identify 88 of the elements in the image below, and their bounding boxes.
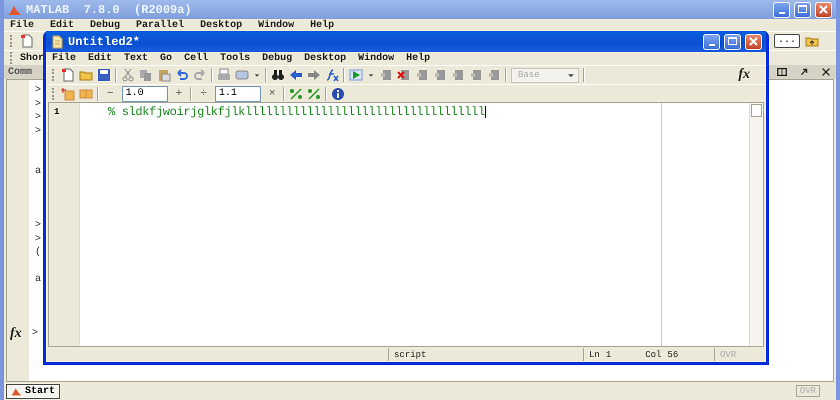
subtract-button[interactable]: − (103, 88, 118, 100)
close-icon[interactable] (820, 66, 832, 78)
menu-item[interactable]: Text (124, 53, 148, 64)
command-output: a (34, 274, 42, 286)
cell-pair-icon[interactable] (79, 86, 93, 100)
minimize-icon (778, 12, 784, 14)
menu-item[interactable]: Window (358, 53, 394, 64)
divide-button[interactable]: ÷ (196, 88, 211, 100)
maximize-icon (728, 37, 737, 46)
line-value: 1 (606, 350, 612, 360)
function-button[interactable]: fx (10, 326, 29, 342)
column-label: Col (645, 350, 662, 360)
panel-layout-icon[interactable] (776, 66, 788, 78)
maximize-button[interactable] (724, 34, 741, 50)
text-cursor (484, 106, 486, 118)
line-label: Ln (589, 350, 600, 360)
menu-item[interactable]: Debug (90, 20, 120, 30)
window-title: Untitled2* (68, 34, 140, 48)
overwrite-indicator: OVR (720, 350, 736, 360)
function-button[interactable]: fx (738, 67, 750, 83)
menu-item[interactable]: Tools (220, 53, 250, 64)
maximize-button[interactable] (794, 2, 811, 18)
line-number: 1 (53, 107, 60, 119)
menu-item[interactable]: Desktop (200, 20, 242, 30)
command-prompt: > (34, 220, 42, 232)
shortcuts-label[interactable]: Shor (20, 52, 44, 64)
menu-item[interactable]: Debug (262, 53, 292, 64)
close-icon (819, 5, 828, 14)
percent-icon[interactable] (289, 86, 304, 100)
column-value: 56 (667, 350, 678, 360)
new-file-icon[interactable] (20, 34, 34, 48)
menu-item[interactable]: Help (310, 20, 334, 30)
command-prompt: > (34, 234, 42, 245)
menu-item[interactable]: Desktop (304, 53, 346, 64)
multiply-button[interactable]: × (264, 88, 280, 100)
clear-breakpoint-icon[interactable] (397, 68, 411, 82)
subtract-value-field[interactable]: 1.0 (122, 86, 168, 102)
command-output: a (34, 166, 42, 178)
menu-item[interactable]: Window (258, 20, 294, 30)
copy-icon[interactable] (139, 68, 153, 82)
menu-item[interactable]: Go (160, 53, 172, 64)
document-icon[interactable] (50, 34, 64, 48)
panel-title: Comm (8, 66, 32, 78)
insert-cell-icon[interactable] (61, 86, 75, 100)
multiply-value-field[interactable]: 1.1 (214, 86, 261, 102)
percent-icon[interactable] (307, 86, 322, 100)
menu-item[interactable]: Cell (184, 53, 208, 64)
undock-arrow-icon[interactable] (798, 66, 810, 78)
new-file-icon[interactable] (61, 68, 75, 82)
file-type-label: script (394, 350, 426, 360)
command-prompt: > (34, 126, 42, 137)
print-icon[interactable] (217, 68, 231, 82)
command-prompt: > (34, 112, 42, 124)
menu-item[interactable]: Parallel (136, 20, 184, 30)
forward-arrow-icon[interactable] (307, 68, 321, 82)
undo-icon[interactable] (175, 68, 189, 82)
close-button[interactable] (815, 2, 832, 18)
window-title: MATLAB 7.8.0 (R2009a) (26, 2, 192, 16)
scrollbar[interactable] (749, 103, 763, 346)
overwrite-indicator: OVR (796, 385, 820, 397)
menu-item[interactable]: Edit (50, 20, 74, 30)
info-icon[interactable] (331, 86, 346, 100)
command-prompt: > (31, 328, 38, 340)
menu-item[interactable]: Edit (88, 53, 112, 64)
code-comment: % sldkfjwoirjglkfjlklllllllllllllllllllllllllllllllllll (108, 105, 485, 119)
function-icon[interactable] (325, 68, 339, 82)
save-icon[interactable] (97, 68, 111, 82)
menu-item[interactable]: Help (406, 53, 430, 64)
menu-item[interactable]: File (52, 53, 76, 64)
browse-button[interactable]: ... (774, 34, 800, 48)
close-button[interactable] (745, 34, 762, 50)
app-logo-icon[interactable] (11, 386, 22, 396)
code-editor[interactable]: 1 % sldkfjwoirjglkfjlklllllllllllllllllllllllllllllllllll (48, 102, 764, 347)
find-icon[interactable] (271, 68, 285, 82)
paste-icon[interactable] (157, 68, 171, 82)
cut-icon[interactable] (121, 68, 135, 82)
command-prompt: > (34, 98, 42, 110)
menu-item[interactable]: File (10, 20, 34, 30)
minimize-icon (708, 44, 714, 46)
start-button[interactable]: Start (6, 384, 60, 398)
command-output: ( (34, 247, 42, 258)
add-button[interactable]: + (172, 88, 186, 100)
maximize-icon (798, 5, 807, 14)
close-icon (749, 37, 758, 46)
command-prompt: > (34, 85, 42, 96)
minimize-button[interactable] (703, 34, 720, 50)
back-arrow-icon[interactable] (289, 68, 303, 82)
minimize-button[interactable] (773, 2, 790, 18)
